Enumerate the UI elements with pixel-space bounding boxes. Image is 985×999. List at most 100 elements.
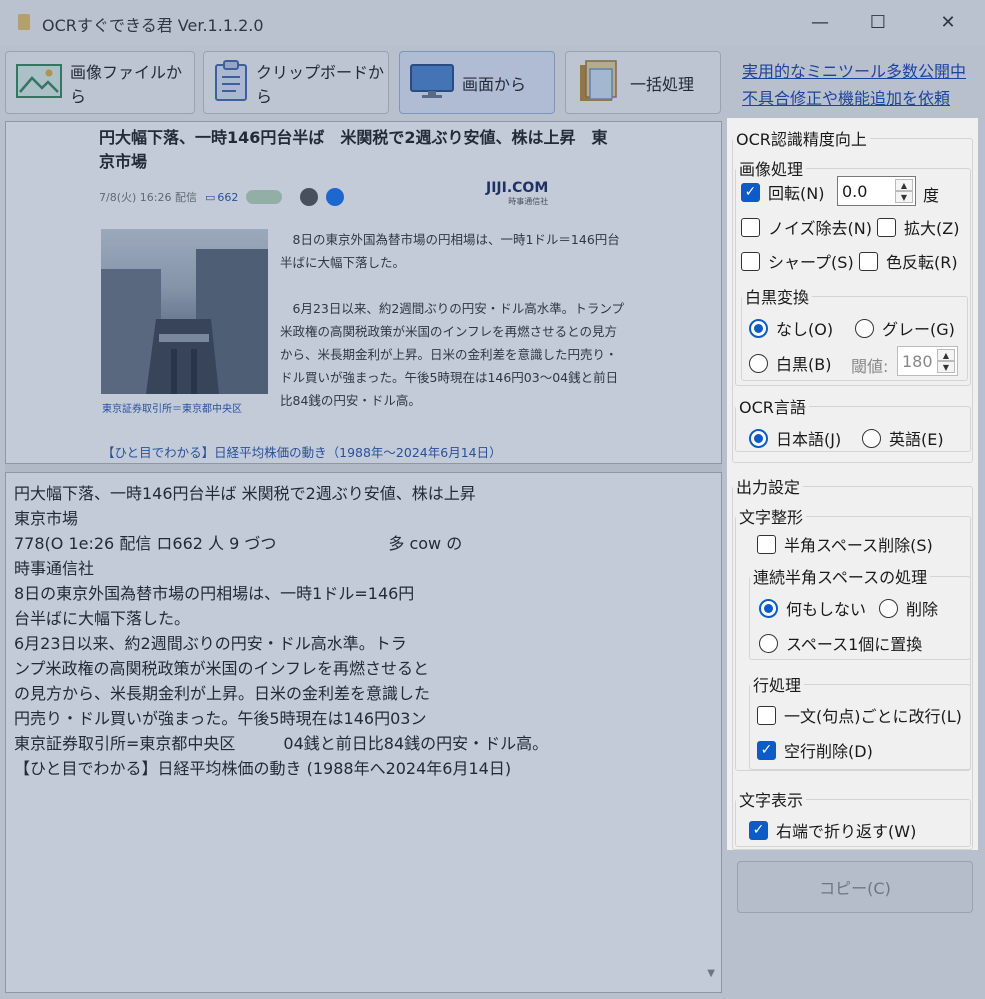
ocr-result-line: 台半ばに大幅下落した。 [14, 609, 191, 628]
binarize-gray-option[interactable]: グレー(G) [855, 316, 955, 340]
binarize-legend: 白黒変換 [745, 288, 810, 307]
comment-icon: ▭ [204, 190, 216, 204]
denoise-checkbox[interactable] [741, 217, 760, 237]
degree-label: 度 [923, 186, 940, 205]
consecutive-nothing-option[interactable]: 何もしない [759, 596, 866, 620]
rotate-checkbox[interactable]: ✓ [741, 182, 760, 202]
settings-panel: OCR認識精度向上 画像処理 ✓ 回転(N) 0.0 ▲ ▼ 度 ノイズ除去(N)… [727, 118, 978, 850]
sharpen-checkbox[interactable] [741, 251, 760, 271]
minimize-button[interactable]: — [787, 0, 853, 45]
facebook-share-icon [326, 188, 345, 206]
binarize-none-radio[interactable] [749, 318, 768, 338]
remove-empty-lines-option[interactable]: ✓ 空行削除(D) [757, 738, 873, 762]
comment-count: 662 [217, 190, 239, 204]
photo-caption: 東京証券取引所＝東京都中央区 [102, 404, 242, 415]
threshold-spinner[interactable]: 180 ▲ ▼ [897, 346, 958, 376]
splitter[interactable] [5, 464, 722, 472]
wrap-option[interactable]: ✓ 右端で折り返す(W) [749, 818, 916, 842]
spin-up-icon[interactable]: ▲ [895, 179, 913, 191]
ocr-accuracy-legend: OCR認識精度向上 [736, 130, 867, 149]
window-title: OCRすぐできる君 Ver.1.1.2.0 [42, 16, 264, 35]
article-paragraph: 6月23日以来、約2週間ぶりの円安・ドル高水準。トランプ米政権の高関税政策が米国… [280, 301, 624, 408]
ocr-result-text: 円大幅下落、一時146円台半ば 米関税で2週ぶり安値、株は上昇 東京市場 778(O… [14, 481, 713, 781]
close-button[interactable]: ✕ [915, 0, 981, 45]
batch-process-button[interactable]: 一括処理 [565, 51, 721, 114]
binarize-gray-radio[interactable] [855, 318, 874, 338]
ocr-result-textarea[interactable]: 円大幅下落、一時146円台半ば 米関税で2週ぶり安値、株は上昇 東京市場 778(O… [5, 472, 722, 993]
remove-halfwidth-space-option[interactable]: 半角スペース削除(S) [757, 532, 933, 556]
ocr-result-line: 8日の東京外国為替市場の円相場は、一時1ドル=146円 [14, 584, 415, 603]
sharpen-option[interactable]: シャープ(S) [741, 249, 854, 273]
consecutive-space-legend: 連続半角スペースの処理 [753, 568, 928, 587]
remove-halfwidth-space-checkbox[interactable] [757, 534, 776, 554]
ocr-result-line: の見方から、米長期金利が上昇。日米の金利差を意識した [14, 684, 431, 703]
ocr-result-line: 東京市場 [14, 509, 79, 528]
article-related-link: 【ひと目でわかる】日経平均株価の動き（1988年〜2024年6月14日） [102, 445, 502, 460]
binarize-bw-radio[interactable] [749, 353, 768, 373]
batch-process-label: 一括処理 [630, 74, 695, 94]
consecutive-replace-option[interactable]: スペース1個に置換 [759, 631, 922, 655]
dim-overlay [978, 118, 985, 850]
enlarge-checkbox[interactable] [877, 217, 896, 237]
remove-empty-lines-checkbox[interactable]: ✓ [757, 740, 776, 760]
image-file-icon [16, 63, 62, 102]
tools-link[interactable]: 実用的なミニツール多数公開中 [742, 58, 966, 82]
line-processing-legend: 行処理 [753, 676, 802, 695]
ocr-result-line: 時事通信社 [14, 559, 95, 578]
article-headline: 円大幅下落、一時146円台半ば 米関税で2週ぶり安値、株は上昇 東京市場 [99, 128, 608, 171]
enlarge-option[interactable]: 拡大(Z) [877, 215, 959, 239]
consecutive-replace-radio[interactable] [759, 633, 778, 653]
invert-checkbox[interactable] [859, 251, 878, 271]
break-per-sentence-option[interactable]: 一文(句点)ごとに改行(L) [757, 703, 962, 727]
monitor-icon [410, 63, 454, 103]
ocr-result-line: 円売り・ドル買いが強まった。午後5時現在は146円03ン [14, 709, 427, 728]
reaction-icons [246, 190, 283, 204]
language-japanese-option[interactable]: 日本語(J) [749, 426, 841, 450]
maximize-button[interactable]: ☐ [845, 0, 911, 45]
copy-button[interactable]: コピー(C) [737, 861, 973, 913]
binarize-none-option[interactable]: なし(O) [749, 316, 833, 340]
scroll-down-arrow-icon[interactable]: ▼ [707, 961, 715, 986]
spin-down-icon[interactable]: ▼ [895, 191, 913, 203]
image-preview[interactable]: 円大幅下落、一時146円台半ば 米関税で2週ぶり安値、株は上昇 東京市場 7/8… [5, 121, 722, 464]
language-japanese-radio[interactable] [749, 428, 768, 448]
article-body: 8日の東京外国為替市場の円相場は、一時1ドル＝146円台半ばに大幅下落した。 6… [280, 228, 628, 435]
article-date: 7/8(火) 16:26 配信 [99, 191, 197, 204]
consecutive-nothing-radio[interactable] [759, 598, 778, 618]
text-format-legend: 文字整形 [739, 508, 804, 527]
language-english-option[interactable]: 英語(E) [862, 426, 944, 450]
spin-down-icon[interactable]: ▼ [937, 361, 955, 373]
ocr-language-legend: OCR言語 [739, 398, 806, 417]
rotate-option[interactable]: ✓ 回転(N) [741, 180, 824, 204]
wrap-checkbox[interactable]: ✓ [749, 820, 768, 840]
from-image-file-button[interactable]: 画像ファイルから [5, 51, 195, 114]
break-per-sentence-checkbox[interactable] [757, 705, 776, 725]
rotate-angle-spinner[interactable]: 0.0 ▲ ▼ [837, 176, 916, 206]
text-display-legend: 文字表示 [739, 791, 804, 810]
image-processing-legend: 画像処理 [739, 160, 804, 179]
output-settings-legend: 出力設定 [736, 478, 801, 497]
from-clipboard-button[interactable]: クリップボードから [203, 51, 389, 114]
from-image-file-label: 画像ファイルから [70, 62, 183, 106]
request-link[interactable]: 不具合修正や機能追加を依頼 [742, 85, 950, 109]
ocr-result-line: 【ひと目でわかる】日経平均株価の動き (1988年へ2024年6月14日) [14, 759, 512, 778]
consecutive-delete-option[interactable]: 削除 [879, 596, 938, 620]
folder-icon [576, 59, 622, 107]
invert-option[interactable]: 色反転(R) [859, 249, 958, 273]
consecutive-delete-radio[interactable] [879, 598, 898, 618]
spin-up-icon[interactable]: ▲ [937, 349, 955, 361]
ocr-result-line: 円大幅下落、一時146円台半ば 米関税で2週ぶり安値、株は上昇 [14, 484, 476, 503]
jiji-logo: JIJI.COM 時事通信社 [486, 180, 549, 206]
app-window: OCRすぐできる君 Ver.1.1.2.0 — ☐ ✕ 画像ファイルから クリッ… [0, 0, 985, 999]
denoise-option[interactable]: ノイズ除去(N) [741, 215, 872, 239]
binarize-bw-option[interactable]: 白黒(B) [749, 351, 831, 375]
language-english-radio[interactable] [862, 428, 881, 448]
from-screen-button[interactable]: 画面から [399, 51, 555, 114]
threshold-label: 閾値: [851, 357, 889, 376]
x-share-icon [300, 188, 319, 206]
app-icon [18, 14, 30, 30]
clipboard-icon [214, 59, 248, 106]
ocr-result-line: 東京証券取引所=東京都中央区 04銭と前日比84銭の円安・ドル高。 [14, 734, 549, 753]
ocr-result-line: 6月23日以来、約2週間ぶりの円安・ドル高水準。トラ [14, 634, 407, 653]
article-paragraph: 8日の東京外国為替市場の円相場は、一時1ドル＝146円台半ばに大幅下落した。 [280, 232, 620, 270]
